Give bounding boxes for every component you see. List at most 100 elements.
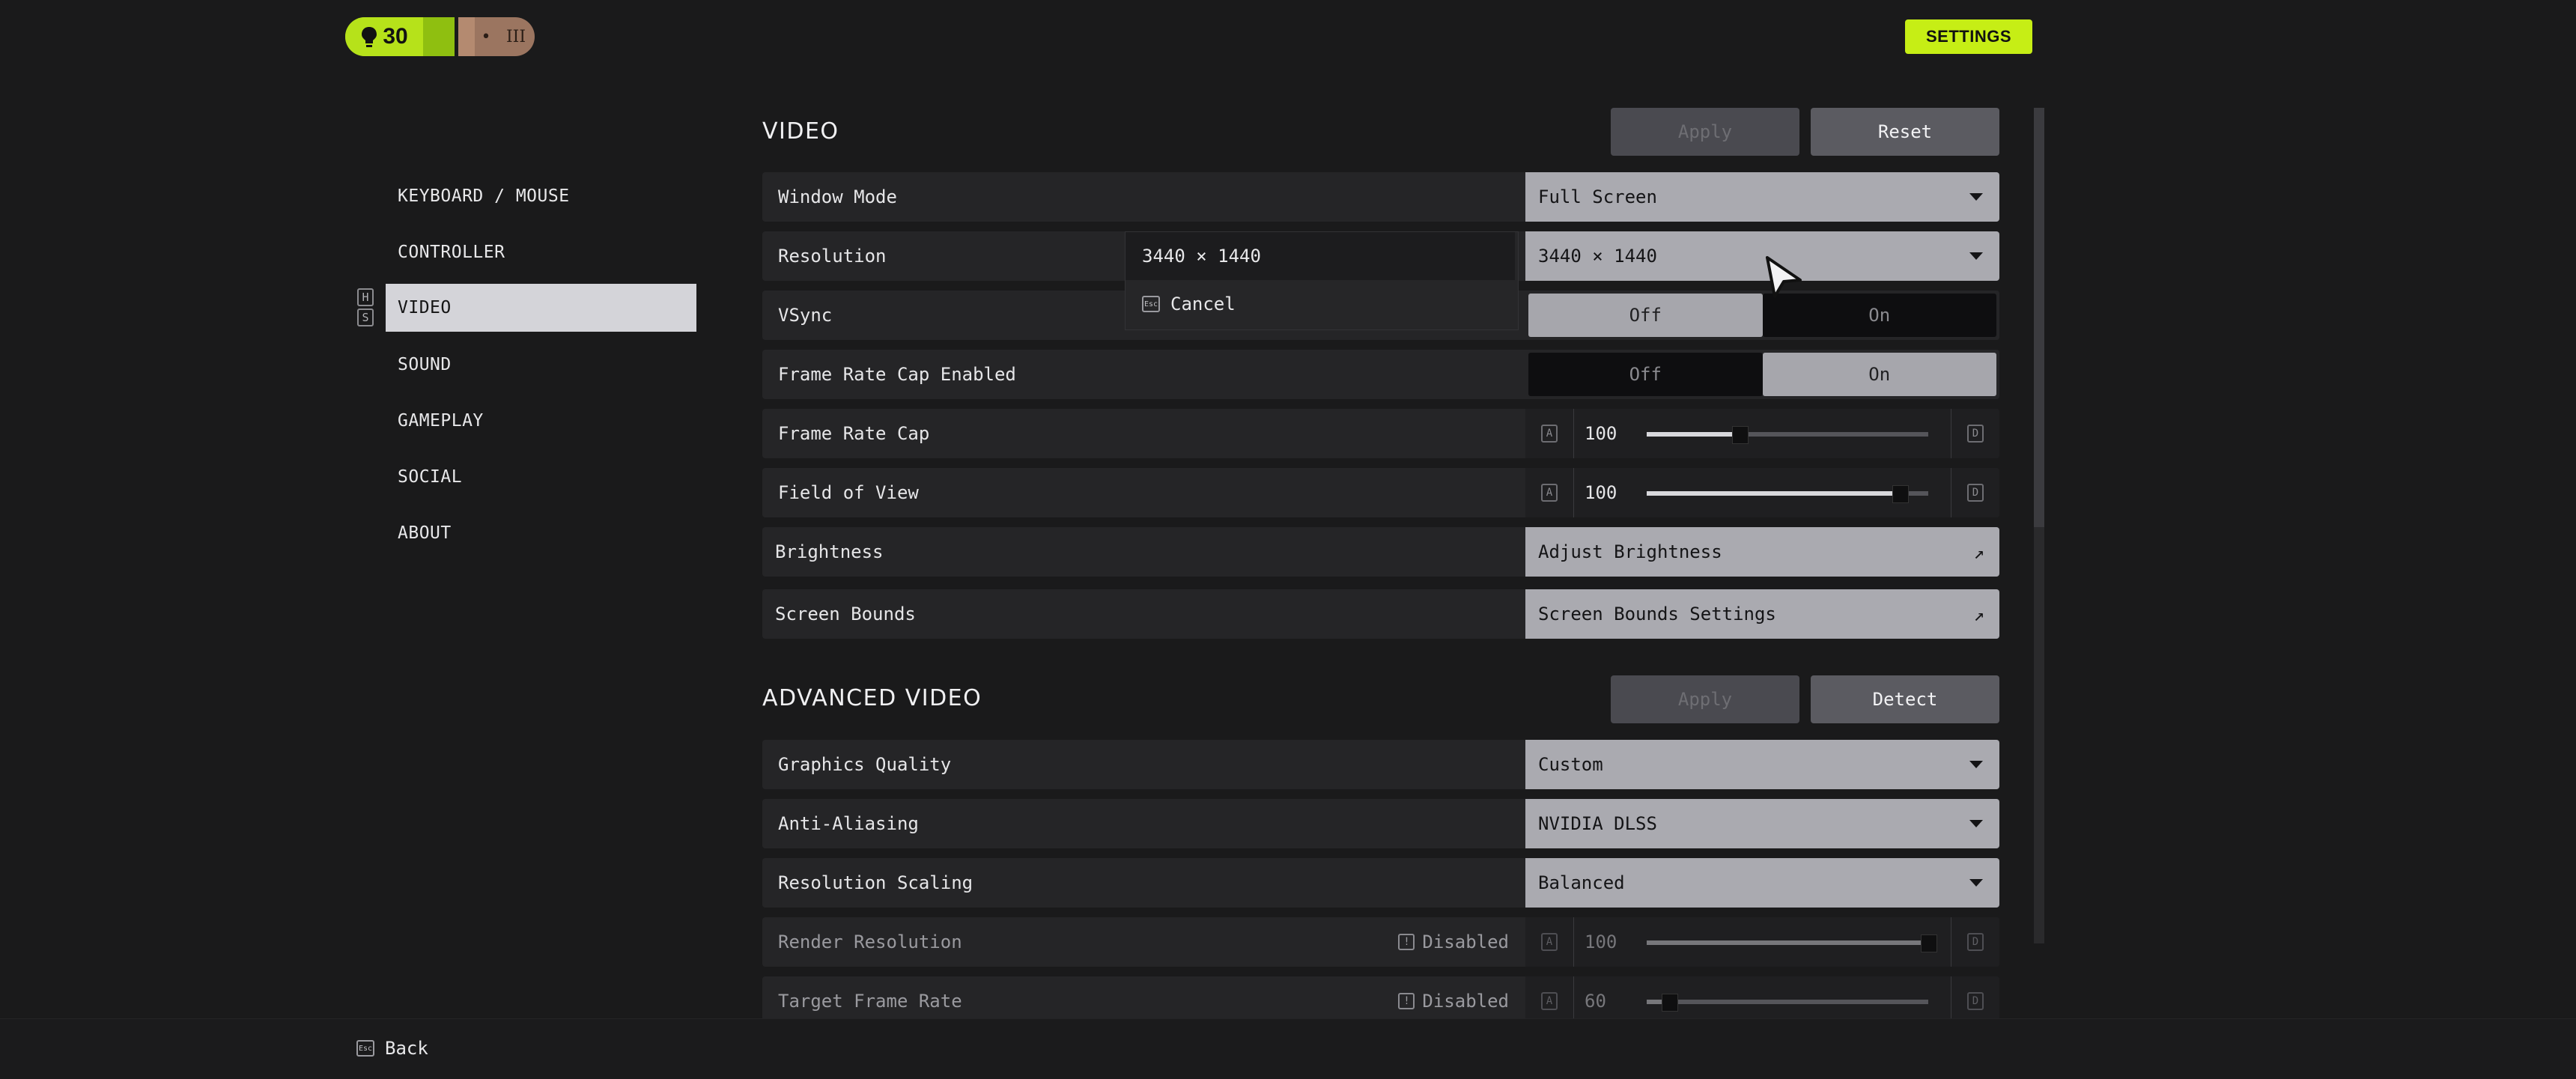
graphics-quality-dropdown[interactable]: Custom (1525, 740, 1999, 789)
level-badge: 30 (345, 17, 455, 56)
anti-aliasing-dropdown[interactable]: NVIDIA DLSS (1525, 799, 1999, 848)
row-brightness: Brightness Adjust Brightness ↗ (762, 527, 1999, 577)
settings-title-badge: SETTINGS (1905, 19, 2032, 54)
slider-track[interactable] (1647, 485, 1928, 503)
row-label: Resolution (778, 246, 887, 267)
slider-value: 60 (1573, 976, 1633, 1018)
slider-value: 100 (1573, 468, 1633, 517)
section-title-video: VIDEO (762, 118, 839, 145)
increase-key[interactable]: D (1951, 409, 1999, 458)
slider-thumb (1662, 994, 1679, 1012)
row-frame-cap: Frame Rate Cap A 100 D (762, 409, 1999, 458)
row-label: Target Frame Rate (778, 991, 962, 1012)
external-arrow-icon: ↗ (1973, 542, 1984, 563)
row-field-of-view: Field of View A 100 D (762, 468, 1999, 517)
row-label: Frame Rate Cap (778, 423, 930, 444)
advanced-apply-button[interactable]: Apply (1611, 675, 1799, 723)
hotkey-h: H (357, 288, 374, 306)
sidebar-item-keyboard-mouse[interactable]: KEYBOARD / MOUSE (386, 172, 696, 220)
window-mode-dropdown[interactable]: Full Screen (1525, 172, 1999, 222)
slider-track (1647, 934, 1937, 952)
vsync-off-option[interactable]: Off (1528, 294, 1763, 337)
sidebar-item-about[interactable]: ABOUT (386, 509, 696, 557)
dropdown-value: Custom (1538, 754, 1603, 775)
sidebar-item-video[interactable]: VIDEO (386, 284, 696, 332)
esc-key-icon: Esc (356, 1040, 374, 1057)
row-anti-aliasing: Anti-Aliasing NVIDIA DLSS (762, 799, 1999, 848)
target-frame-rate-slider: A 60 D (1525, 976, 1999, 1018)
cancel-label: Cancel (1170, 294, 1236, 314)
vsync-toggle: Off On (1525, 291, 1999, 340)
dropdown-value: NVIDIA DLSS (1538, 813, 1657, 834)
popup-cancel-button[interactable]: Esc Cancel (1142, 294, 1236, 314)
row-graphics-quality: Graphics Quality Custom (762, 740, 1999, 789)
screen-bounds-button[interactable]: Screen Bounds Settings ↗ (1525, 589, 1999, 639)
frame-cap-off-option[interactable]: Off (1528, 353, 1763, 396)
frame-cap-slider: A 100 D (1525, 409, 1999, 458)
row-label: Render Resolution (778, 931, 962, 952)
advanced-detect-button[interactable]: Detect (1811, 675, 1999, 723)
slider-fill (1647, 491, 1901, 496)
row-window-mode: Window Mode Full Screen (762, 172, 1999, 222)
dropdown-value: Balanced (1538, 872, 1625, 893)
rank-badge: • III (458, 17, 535, 56)
level-number: 30 (383, 24, 408, 49)
info-icon: ! (1398, 934, 1415, 950)
info-icon: ! (1398, 993, 1415, 1009)
chevron-down-icon (1969, 252, 1983, 260)
decrease-key[interactable]: A (1525, 468, 1573, 517)
row-resolution-scaling: Resolution Scaling Balanced (762, 858, 1999, 908)
section-title-advanced-video: ADVANCED VIDEO (762, 685, 982, 711)
resolution-scaling-dropdown[interactable]: Balanced (1525, 858, 1999, 908)
chevron-down-icon (1969, 820, 1983, 827)
slider-thumb[interactable] (1732, 426, 1749, 444)
slider-thumb (1921, 934, 1937, 952)
back-button[interactable]: Esc Back (356, 1038, 428, 1059)
increase-key: D (1951, 917, 1999, 967)
sidebar-item-gameplay[interactable]: GAMEPLAY (386, 397, 696, 445)
esc-key-icon: Esc (1142, 296, 1160, 312)
frame-cap-on-option[interactable]: On (1762, 353, 1996, 396)
row-label: Field of View (778, 482, 919, 503)
increase-key[interactable]: D (1951, 468, 1999, 517)
row-frame-cap-enabled: Frame Rate Cap Enabled Off On (762, 350, 1999, 399)
video-apply-button[interactable]: Apply (1611, 108, 1799, 156)
frame-cap-enabled-toggle: Off On (1525, 350, 1999, 399)
slider-track (1647, 994, 1928, 1012)
row-target-frame-rate: Target Frame Rate ! Disabled A 60 D (762, 976, 1999, 1018)
row-label: Graphics Quality (778, 754, 952, 775)
rank-dot: • (481, 27, 491, 46)
adjust-brightness-button[interactable]: Adjust Brightness ↗ (1525, 527, 1999, 577)
slider-track[interactable] (1647, 426, 1928, 444)
increase-key: D (1951, 976, 1999, 1018)
lightbulb-icon (362, 27, 377, 47)
row-label: Window Mode (778, 186, 897, 207)
back-label: Back (385, 1038, 428, 1059)
slider-fill (1647, 940, 1928, 945)
row-screen-bounds: Screen Bounds Screen Bounds Settings ↗ (762, 589, 1999, 639)
button-label: Screen Bounds Settings (1538, 604, 1776, 624)
sidebar-item-social[interactable]: SOCIAL (386, 453, 696, 501)
resolution-dropdown[interactable]: 3440 × 1440 (1525, 231, 1999, 281)
row-label: Resolution Scaling (778, 872, 973, 893)
rank-tier: III (505, 27, 526, 46)
resolution-option[interactable]: 3440 × 1440 (1126, 232, 1515, 280)
mouse-cursor-icon (1766, 256, 1802, 298)
disabled-status: ! Disabled (1398, 917, 1509, 967)
scrollbar-thumb[interactable] (2034, 108, 2044, 527)
slider-thumb[interactable] (1892, 485, 1910, 503)
sidebar-item-sound[interactable]: SOUND (386, 341, 696, 389)
sidebar-item-controller[interactable]: CONTROLLER (386, 228, 696, 276)
decrease-key: A (1525, 917, 1573, 967)
row-label: Screen Bounds (775, 604, 916, 624)
fov-slider: A 100 D (1525, 468, 1999, 517)
disabled-status: ! Disabled (1398, 976, 1509, 1018)
dropdown-value: Full Screen (1538, 186, 1657, 207)
chevron-down-icon (1969, 761, 1983, 768)
slider-value: 100 (1573, 409, 1633, 458)
resolution-popup: 3440 × 1440 Esc Cancel (1125, 231, 1519, 330)
row-label: VSync (778, 305, 833, 326)
video-reset-button[interactable]: Reset (1811, 108, 1999, 156)
decrease-key[interactable]: A (1525, 409, 1573, 458)
row-label: Frame Rate Cap Enabled (778, 364, 1016, 385)
